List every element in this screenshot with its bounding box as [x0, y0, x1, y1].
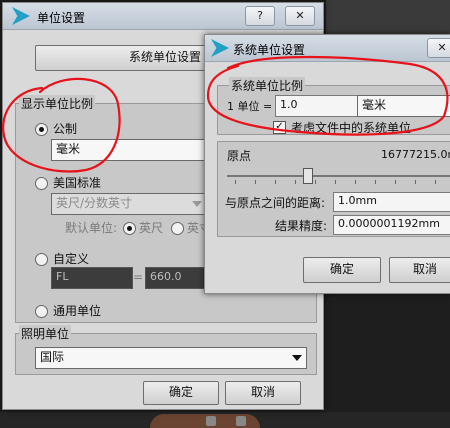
generic-units-label: 通用单位: [53, 304, 102, 318]
cancel-button[interactable]: 取消: [225, 381, 301, 405]
origin-label: 原点: [227, 149, 252, 163]
one-unit-label: 1 单位 =: [227, 100, 273, 113]
slider-tick: [335, 180, 336, 184]
units-setup-title: 单位设置: [37, 11, 86, 25]
system-ok-button[interactable]: 确定: [303, 257, 381, 283]
precision-label: 结果精度:: [275, 219, 328, 233]
slider-tick: [315, 180, 316, 184]
chevron-down-icon: [292, 355, 302, 361]
scale-unit-dropdown[interactable]: 毫米: [357, 95, 450, 117]
scale-unit-dropdown-value: 毫米: [362, 98, 387, 112]
distance-field[interactable]: 1.0mm: [333, 192, 450, 212]
lighting-units-group-label: 照明单位: [19, 325, 72, 342]
system-scale-group-label: 系统单位比例: [229, 77, 306, 94]
generic-units-radio[interactable]: [35, 305, 48, 318]
ok-button[interactable]: 确定: [143, 381, 219, 405]
metric-label: 公制: [53, 122, 78, 136]
close-icon[interactable]: ✕: [427, 38, 450, 58]
respect-files-label: 考虑文件中的系统单位: [291, 121, 412, 135]
us-standard-dropdown-value: 英尺/分数英寸: [56, 196, 133, 210]
origin-slider-track: [227, 175, 450, 177]
close-icon[interactable]: ✕: [285, 6, 315, 26]
slider-tick: [255, 180, 256, 184]
chevron-down-icon: [192, 201, 202, 207]
background-tool-icon: [206, 416, 216, 426]
feet-radio[interactable]: [123, 222, 136, 235]
us-standard-dropdown[interactable]: 英尺/分数英寸: [51, 193, 207, 215]
display-scale-group-label: 显示单位比例: [19, 95, 96, 112]
background-tool-icon: [236, 416, 246, 426]
us-standard-label: 美国标准: [53, 176, 102, 190]
custom-radio[interactable]: [35, 253, 48, 266]
app-logo-icon: [211, 39, 229, 57]
respect-files-checkbox[interactable]: ✓: [273, 121, 286, 134]
help-button[interactable]: ?: [245, 6, 275, 26]
slider-tick: [395, 180, 396, 184]
system-unit-setup-titlebar[interactable]: 系统单位设置 ✕: [205, 35, 450, 62]
slider-tick: [235, 180, 236, 184]
distance-label: 与原点之间的距离:: [225, 196, 326, 210]
system-unit-setup-dialog: 系统单位设置 ✕ 系统单位比例 1 单位 = 1.0 毫米 ✓ 考虑文件中的系统…: [204, 34, 450, 294]
lighting-units-dropdown-value: 国际: [40, 350, 65, 364]
units-setup-titlebar[interactable]: 单位设置 ? ✕: [3, 3, 323, 30]
lighting-units-dropdown[interactable]: 国际: [35, 347, 307, 369]
slider-tick: [295, 180, 296, 184]
slider-tick: [415, 180, 416, 184]
metric-dropdown-value: 毫米: [56, 142, 81, 156]
origin-value: 16777215.0mm: [381, 148, 450, 161]
metric-radio[interactable]: [35, 123, 48, 136]
scale-value-field[interactable]: 1.0: [275, 95, 359, 117]
default-units-label: 默认单位:: [65, 221, 118, 235]
custom-value-field[interactable]: 660.0: [145, 267, 207, 289]
slider-tick: [375, 180, 376, 184]
system-cancel-button[interactable]: 取消: [389, 257, 450, 283]
us-standard-radio[interactable]: [35, 177, 48, 190]
origin-slider-knob[interactable]: [303, 168, 313, 184]
app-logo-icon: [12, 7, 30, 25]
inches-radio[interactable]: [171, 222, 184, 235]
slider-tick: [275, 180, 276, 184]
slider-tick: [435, 180, 436, 184]
precision-field[interactable]: 0.0000001192mm: [333, 215, 450, 235]
custom-label: 自定义: [53, 252, 90, 266]
custom-unit-field[interactable]: FL: [51, 267, 133, 289]
background-viewport: [326, 0, 450, 38]
system-unit-setup-title: 系统单位设置: [233, 43, 306, 57]
slider-tick: [355, 180, 356, 184]
feet-label: 英尺: [139, 221, 164, 235]
equals-label: =: [133, 270, 144, 284]
